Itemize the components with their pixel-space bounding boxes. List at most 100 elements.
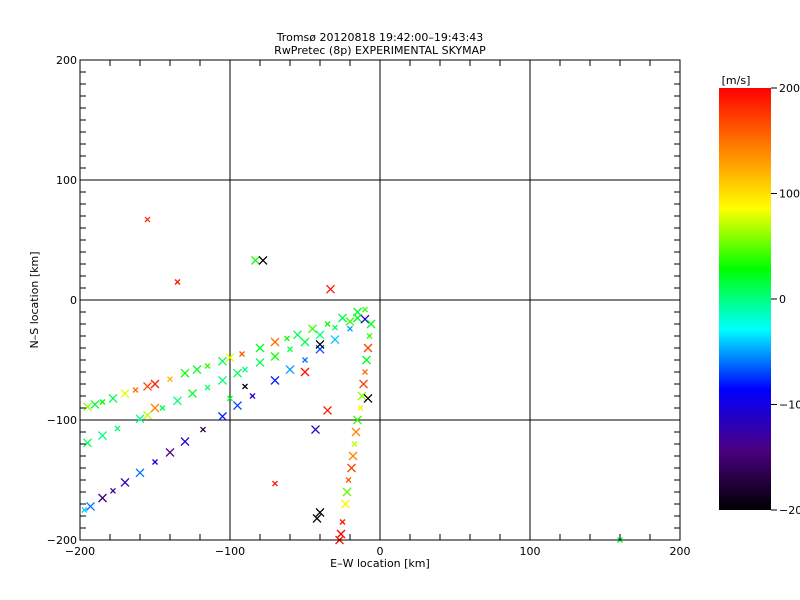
data-point <box>218 411 227 421</box>
data-point <box>233 401 242 411</box>
data-point <box>83 402 92 412</box>
data-point <box>348 451 358 461</box>
data-point <box>218 356 227 366</box>
data-point <box>143 381 152 391</box>
data-point <box>218 375 227 385</box>
colorbar-label: [m/s] <box>722 74 751 87</box>
data-point <box>311 425 320 435</box>
data-point <box>239 351 245 357</box>
y-tick-label: 100 <box>56 174 77 187</box>
colorbar-tick-label: 0 <box>779 293 786 306</box>
data-point <box>120 389 130 399</box>
data-point <box>357 405 364 411</box>
data-point <box>366 319 376 329</box>
data-point <box>360 314 370 324</box>
data-point <box>132 387 139 393</box>
data-point <box>270 375 280 385</box>
data-point <box>83 438 92 448</box>
data-point <box>99 399 106 405</box>
data-point <box>120 477 130 487</box>
y-tick-label: 0 <box>70 294 77 307</box>
data-point <box>363 343 373 353</box>
data-point <box>167 376 173 383</box>
data-point <box>204 384 211 391</box>
x-tick-label: −100 <box>215 545 245 558</box>
data-point <box>293 330 302 340</box>
data-point <box>300 337 310 347</box>
chart-subtitle: RwPretec (8p) EXPERIMENTAL SKYMAP <box>274 44 486 57</box>
data-point <box>272 480 278 487</box>
colorbar-tick-label: −200 <box>779 504 800 517</box>
data-point <box>326 284 335 294</box>
data-point <box>108 393 118 403</box>
data-point <box>90 399 100 409</box>
data-point <box>308 324 317 334</box>
data-point <box>143 410 152 420</box>
data-point <box>98 493 107 503</box>
y-tick-label: 200 <box>56 54 77 67</box>
data-point <box>152 459 158 465</box>
grid <box>79 59 681 541</box>
data-point <box>86 501 95 511</box>
data-point <box>284 335 290 342</box>
data-point <box>351 441 358 447</box>
data-point <box>345 317 355 327</box>
data-point <box>347 325 353 332</box>
data-point <box>359 379 368 389</box>
skymap-chart: Tromsø 20120818 19:42:00–19:43:43 RwPret… <box>28 31 800 570</box>
data-point <box>144 216 151 223</box>
colorbar-ticks: 200 100 0 −100 −200 <box>771 82 800 517</box>
x-tick-label: 200 <box>670 545 691 558</box>
data-point <box>251 255 260 265</box>
data-points <box>81 216 623 545</box>
data-point <box>270 337 280 347</box>
data-point <box>110 487 116 494</box>
data-point <box>255 343 265 353</box>
data-point <box>255 357 265 367</box>
data-point <box>200 426 206 433</box>
y-axis-label: N–S location [km] <box>28 251 41 348</box>
data-point <box>188 389 197 399</box>
x-tick-label: 100 <box>520 545 541 558</box>
data-point <box>233 368 242 378</box>
data-point <box>165 447 175 457</box>
data-point <box>347 463 356 473</box>
data-point <box>204 363 211 369</box>
data-point <box>362 369 368 375</box>
chart-title: Tromsø 20120818 19:42:00–19:43:43 <box>276 31 484 44</box>
colorbar <box>719 88 771 510</box>
data-point <box>339 519 346 525</box>
data-point <box>180 368 190 378</box>
data-point <box>302 357 308 363</box>
data-point <box>242 383 248 390</box>
data-point <box>345 477 352 483</box>
data-point <box>342 487 352 497</box>
data-point <box>249 393 256 399</box>
data-point <box>192 365 202 375</box>
axis-ticks: −200 −100 0 100 200−200−1000100200 <box>47 54 691 558</box>
data-point <box>324 321 331 327</box>
data-point <box>150 379 160 389</box>
data-point <box>242 366 248 373</box>
data-point <box>315 330 325 340</box>
colorbar-tick-label: −100 <box>779 399 800 412</box>
data-point <box>98 431 107 441</box>
data-point <box>135 468 145 478</box>
y-tick-label: −100 <box>47 414 77 427</box>
data-point <box>114 425 121 432</box>
data-point <box>338 313 347 323</box>
data-point <box>362 306 368 313</box>
x-axis-label: E–W location [km] <box>330 557 430 570</box>
data-point <box>366 333 373 339</box>
colorbar-tick-label: 100 <box>779 188 800 201</box>
data-point <box>300 367 310 377</box>
data-point <box>173 396 182 406</box>
data-point <box>341 499 350 509</box>
data-point <box>330 335 340 345</box>
data-point <box>351 427 361 437</box>
data-point <box>287 346 293 353</box>
data-point <box>353 313 362 323</box>
colorbar-tick-label: 200 <box>779 82 800 95</box>
data-point <box>285 365 295 375</box>
y-tick-label: −200 <box>47 534 77 547</box>
